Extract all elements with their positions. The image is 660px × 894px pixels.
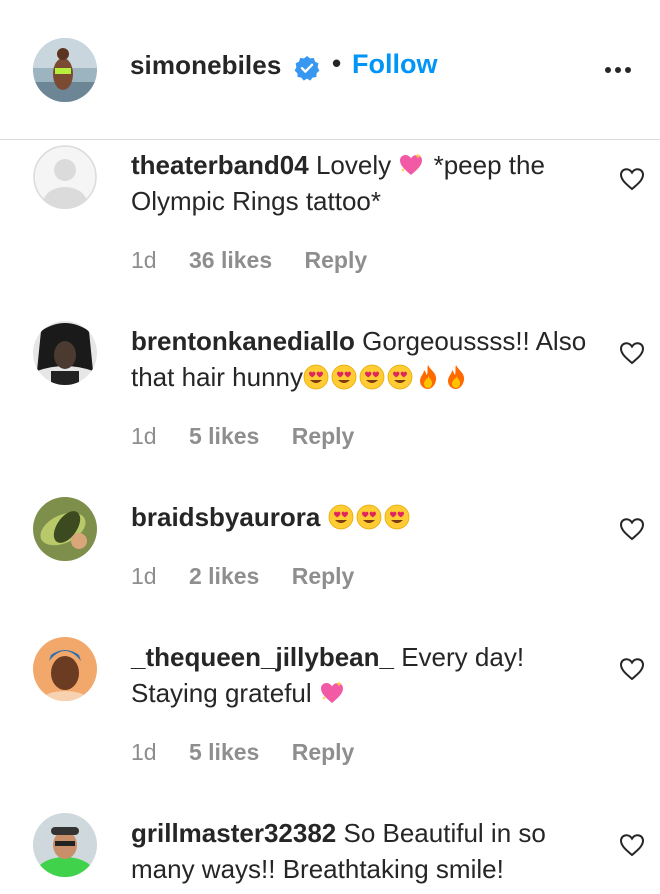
post-header: simonebiles • Follow	[0, 0, 660, 140]
comment-likes[interactable]: 2 likes	[189, 563, 259, 589]
fire-emoji	[443, 364, 469, 390]
commenter-avatar[interactable]	[33, 813, 97, 877]
heart-eyes-emoji	[359, 364, 385, 390]
reply-button[interactable]: Reply	[305, 247, 368, 273]
heart-eyes-emoji	[384, 504, 410, 530]
like-heart-icon[interactable]	[619, 517, 645, 541]
comment-body: _thequeen_jillybean_ Every day! Staying …	[131, 639, 591, 711]
comment-meta: 1d 5 likes Reply	[131, 423, 354, 450]
comment-meta: 1d 5 likes Reply	[131, 739, 354, 766]
comment-likes[interactable]: 5 likes	[189, 739, 259, 765]
commenter-avatar[interactable]	[33, 145, 97, 209]
comment-username[interactable]: braidsbyaurora	[131, 502, 320, 532]
heart-eyes-emoji	[356, 504, 382, 530]
comment-meta: 1d 2 likes Reply	[131, 563, 354, 590]
like-heart-icon[interactable]	[619, 167, 645, 191]
comment-time: 1d	[131, 423, 157, 449]
comment-username[interactable]: _thequeen_jillybean_	[131, 642, 394, 672]
heart-eyes-emoji	[387, 364, 413, 390]
like-heart-icon[interactable]	[619, 341, 645, 365]
follow-button[interactable]: Follow	[352, 49, 437, 80]
author-avatar[interactable]	[33, 38, 97, 102]
heart-eyes-emoji	[328, 504, 354, 530]
comment-username[interactable]: grillmaster32382	[131, 818, 336, 848]
separator-dot: •	[332, 48, 342, 78]
comment-username[interactable]: brentonkanediallo	[131, 326, 355, 356]
comment-username[interactable]: theaterband04	[131, 150, 309, 180]
comment-body: grillmaster32382 So Beautiful in so many…	[131, 815, 591, 887]
comment-text: Lovely	[315, 150, 392, 180]
sparkling-heart-emoji	[319, 680, 345, 706]
commenter-avatar[interactable]	[33, 497, 97, 561]
like-heart-icon[interactable]	[619, 833, 645, 857]
reply-button[interactable]: Reply	[292, 739, 355, 765]
commenter-avatar[interactable]	[33, 637, 97, 701]
comment-likes[interactable]: 5 likes	[189, 423, 259, 449]
comment-body: braidsbyaurora	[131, 499, 591, 535]
commenter-avatar[interactable]	[33, 321, 97, 385]
comment-likes[interactable]: 36 likes	[189, 247, 272, 273]
reply-button[interactable]: Reply	[292, 563, 355, 589]
comment-time: 1d	[131, 247, 157, 273]
comment-body: theaterband04 Lovely *peep the Olympic R…	[131, 147, 591, 219]
comment-time: 1d	[131, 563, 157, 589]
more-options-icon[interactable]	[600, 60, 636, 80]
fire-emoji	[415, 364, 441, 390]
comment-meta: 1d 36 likes Reply	[131, 247, 367, 274]
heart-eyes-emoji	[303, 364, 329, 390]
author-username[interactable]: simonebiles	[130, 50, 281, 81]
sparkling-heart-emoji	[398, 152, 424, 178]
verified-badge-icon	[294, 55, 320, 81]
reply-button[interactable]: Reply	[292, 423, 355, 449]
like-heart-icon[interactable]	[619, 657, 645, 681]
comment-body: brentonkanediallo Gorgeoussss!! Also tha…	[131, 323, 591, 395]
comment-time: 1d	[131, 739, 157, 765]
heart-eyes-emoji	[331, 364, 357, 390]
